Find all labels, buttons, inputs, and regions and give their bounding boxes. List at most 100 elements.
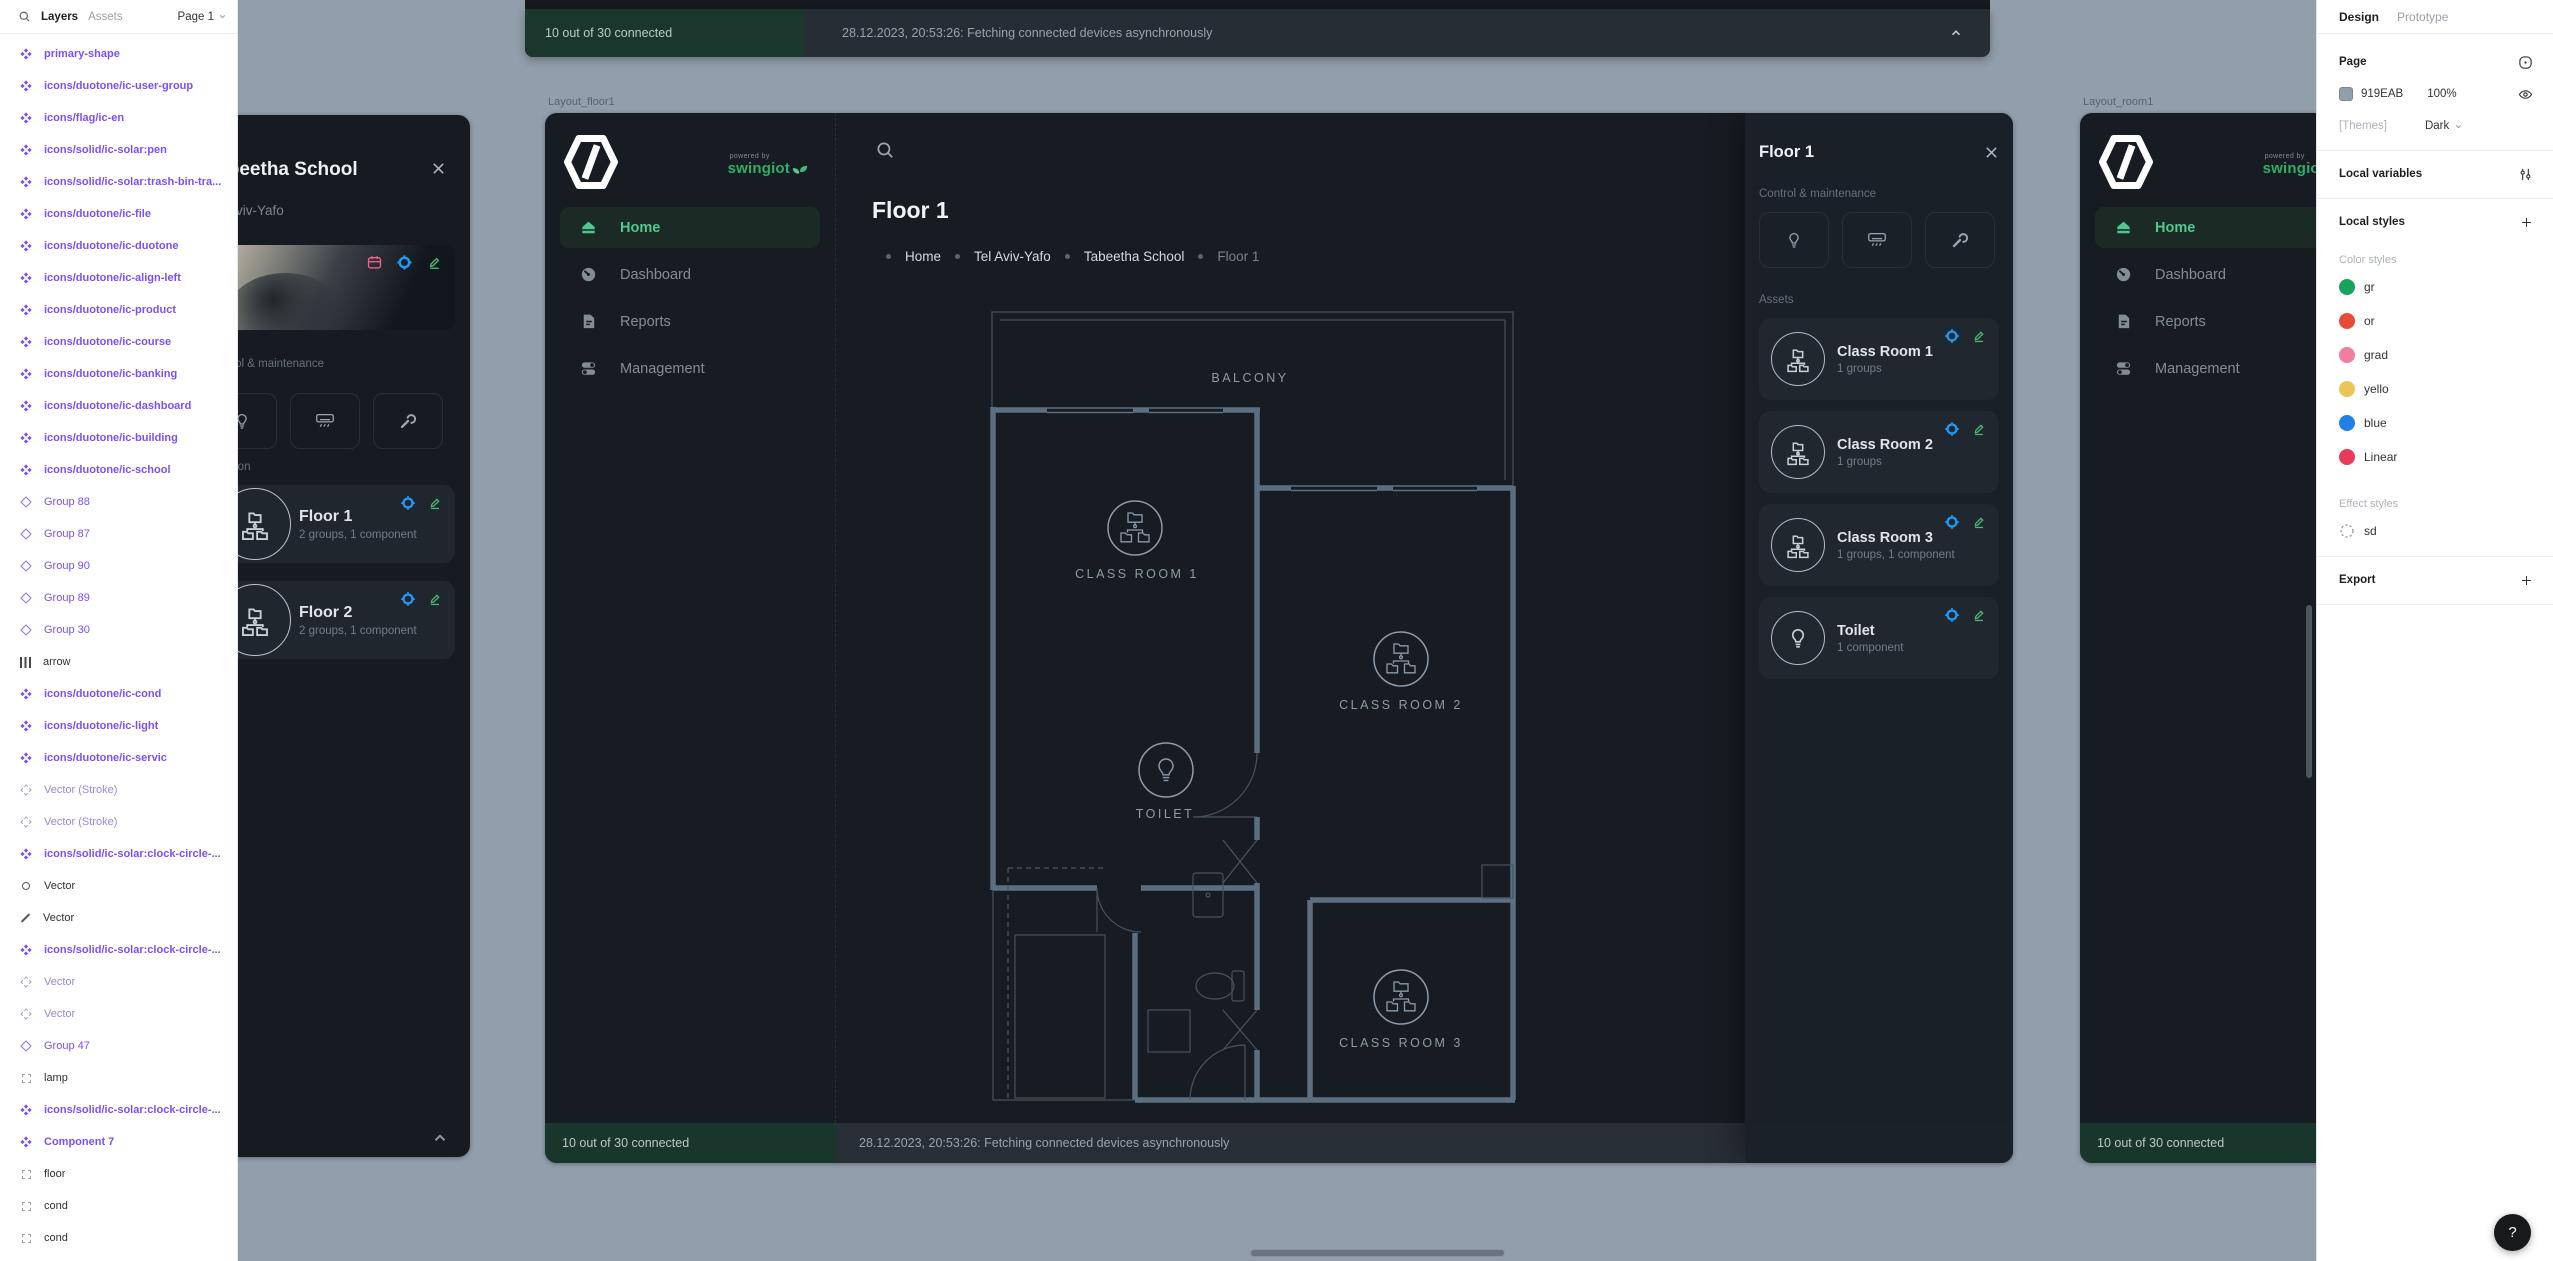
tab-prototype[interactable]: Prototype [2397, 10, 2448, 24]
canvas-horizontal-scrollbar[interactable] [1250, 1249, 1505, 1257]
frame-name-label[interactable]: Layout_room1 [2083, 96, 2153, 108]
breadcrumb-item[interactable]: Tabeetha School [1084, 249, 1185, 264]
breadcrumb-item[interactable]: Tel Aviv-Yafo [974, 249, 1051, 264]
control-button[interactable] [1925, 212, 1995, 268]
layer-row[interactable]: icons/solid/ic-solar:pen [0, 134, 237, 166]
close-icon[interactable] [431, 161, 446, 176]
layer-row[interactable]: Group 47 [0, 1030, 237, 1062]
styles-icon[interactable] [2518, 55, 2533, 70]
layer-row[interactable]: Group 89 [0, 582, 237, 614]
layer-row[interactable]: Vector [0, 998, 237, 1030]
theme-select[interactable]: Dark [2425, 120, 2449, 132]
sidebar-nav-item[interactable]: Management [560, 348, 820, 389]
page-color-swatch[interactable] [2339, 87, 2353, 101]
breadcrumb-item[interactable]: Floor 1 [1217, 249, 1259, 264]
asset-card[interactable]: Class Room 3 1 groups, 1 component [1759, 504, 1999, 586]
layer-row[interactable]: Vector (Stroke) [0, 806, 237, 838]
color-style-row[interactable]: gr [2317, 270, 2553, 304]
calendar-icon[interactable] [366, 254, 383, 271]
plus-icon[interactable] [2520, 216, 2533, 229]
target-icon[interactable] [396, 254, 413, 271]
edit-pen-icon[interactable] [427, 495, 443, 511]
target-icon[interactable] [1944, 514, 1960, 530]
sidebar-nav-item[interactable]: Home [560, 207, 820, 248]
layer-row[interactable]: icons/duotone/ic-product [0, 294, 237, 326]
control-button[interactable] [1759, 212, 1829, 268]
color-style-row[interactable]: or [2317, 304, 2553, 338]
asset-card[interactable]: Toilet 1 component [1759, 597, 1999, 679]
layer-row[interactable]: icons/duotone/ic-duotone [0, 230, 237, 262]
layer-row[interactable]: cond [0, 1222, 237, 1254]
layer-row[interactable]: icons/flag/ic-en [0, 102, 237, 134]
color-style-row[interactable]: blue [2317, 406, 2553, 440]
layer-row[interactable]: Group 87 [0, 518, 237, 550]
color-style-row[interactable]: yello [2317, 372, 2553, 406]
room-asset-icon[interactable] [1374, 632, 1428, 686]
tab-assets[interactable]: Assets [88, 11, 123, 23]
edit-pen-icon[interactable] [426, 254, 443, 271]
color-style-row[interactable]: grad [2317, 338, 2553, 372]
eye-icon[interactable] [2518, 87, 2533, 102]
layer-row[interactable]: icons/duotone/ic-banking [0, 358, 237, 390]
target-icon[interactable] [1944, 328, 1960, 344]
layer-row[interactable]: arrow [0, 646, 237, 678]
edit-pen-icon[interactable] [1971, 514, 1987, 530]
close-icon[interactable] [1984, 145, 1999, 160]
layer-row[interactable]: icons/duotone/ic-building [0, 422, 237, 454]
room-asset-icon[interactable] [1374, 970, 1428, 1024]
layer-row[interactable]: icons/duotone/ic-align-left [0, 262, 237, 294]
layer-row[interactable]: cond [0, 1190, 237, 1222]
layer-row[interactable]: icons/duotone/ic-servic [0, 742, 237, 774]
edit-pen-icon[interactable] [427, 591, 443, 607]
layer-row[interactable]: Vector (Stroke) [0, 774, 237, 806]
layer-row[interactable]: floor [0, 1158, 237, 1190]
layer-row[interactable]: lamp [0, 1062, 237, 1094]
page-color-opacity[interactable]: 100% [2427, 88, 2456, 100]
edit-pen-icon[interactable] [1971, 421, 1987, 437]
effect-style-row[interactable]: sd [2317, 514, 2553, 548]
breadcrumb-item[interactable]: Home [905, 249, 941, 264]
layer-row[interactable]: Group 30 [0, 614, 237, 646]
layer-row[interactable]: icons/duotone/ic-user-group [0, 70, 237, 102]
control-button[interactable] [290, 393, 360, 449]
control-button[interactable] [1842, 212, 1912, 268]
layer-row[interactable]: icons/duotone/ic-file [0, 198, 237, 230]
target-icon[interactable] [400, 591, 416, 607]
frame-layout-floor1[interactable]: Layout_floor1 powered by swingiot Home [545, 113, 2013, 1163]
sidebar-nav-item[interactable]: Reports [560, 301, 820, 342]
frame-name-label[interactable]: Layout_floor1 [548, 96, 615, 108]
toilet-asset-icon[interactable] [1139, 743, 1193, 797]
floor-plan[interactable]: BALCONY CLASS ROOM 1 CLASS ROOM 2 CLASS … [985, 305, 1520, 1105]
layer-row[interactable]: icons/duotone/ic-cond [0, 678, 237, 710]
layer-row[interactable]: icons/duotone/ic-school [0, 454, 237, 486]
layer-row[interactable]: Vector [0, 966, 237, 998]
layer-row[interactable]: icons/solid/ic-solar:trash-bin-tra... [0, 166, 237, 198]
target-icon[interactable] [1944, 421, 1960, 437]
target-icon[interactable] [400, 495, 416, 511]
variables-sliders-icon[interactable] [2518, 167, 2533, 182]
plus-icon[interactable] [2520, 574, 2533, 587]
layer-row[interactable]: icons/duotone/ic-light [0, 710, 237, 742]
canvas-vertical-scrollbar[interactable] [2306, 605, 2312, 778]
room-asset-icon[interactable] [1108, 501, 1162, 555]
target-icon[interactable] [1944, 607, 1960, 623]
layer-row[interactable]: icons/duotone/ic-dashboard [0, 390, 237, 422]
layer-row[interactable]: Group 88 [0, 486, 237, 518]
layer-row[interactable]: icons/solid/ic-solar:clock-circle-... [0, 1094, 237, 1126]
layer-row[interactable]: Component 7 [0, 1126, 237, 1158]
layer-row[interactable]: icons/solid/ic-solar:clock-circle-... [0, 934, 237, 966]
layer-row[interactable]: Vector [0, 870, 237, 902]
floor-card[interactable]: Floor 2 2 groups, 1 component [207, 581, 455, 659]
search-icon[interactable] [875, 140, 895, 160]
color-style-row[interactable]: Linear [2317, 440, 2553, 474]
page-color-hex[interactable]: 919EAB [2361, 88, 2403, 100]
help-button[interactable]: ? [2494, 1214, 2531, 1251]
layer-row[interactable]: Vector [0, 902, 237, 934]
edit-pen-icon[interactable] [1971, 607, 1987, 623]
collapse-chevron-up-icon[interactable] [431, 1129, 449, 1147]
tab-design[interactable]: Design [2339, 10, 2379, 24]
floor-card[interactable]: Floor 1 2 groups, 1 component [207, 485, 455, 563]
layer-row[interactable]: Group 90 [0, 550, 237, 582]
control-button[interactable] [373, 393, 443, 449]
layer-row[interactable]: icons/duotone/ic-course [0, 326, 237, 358]
